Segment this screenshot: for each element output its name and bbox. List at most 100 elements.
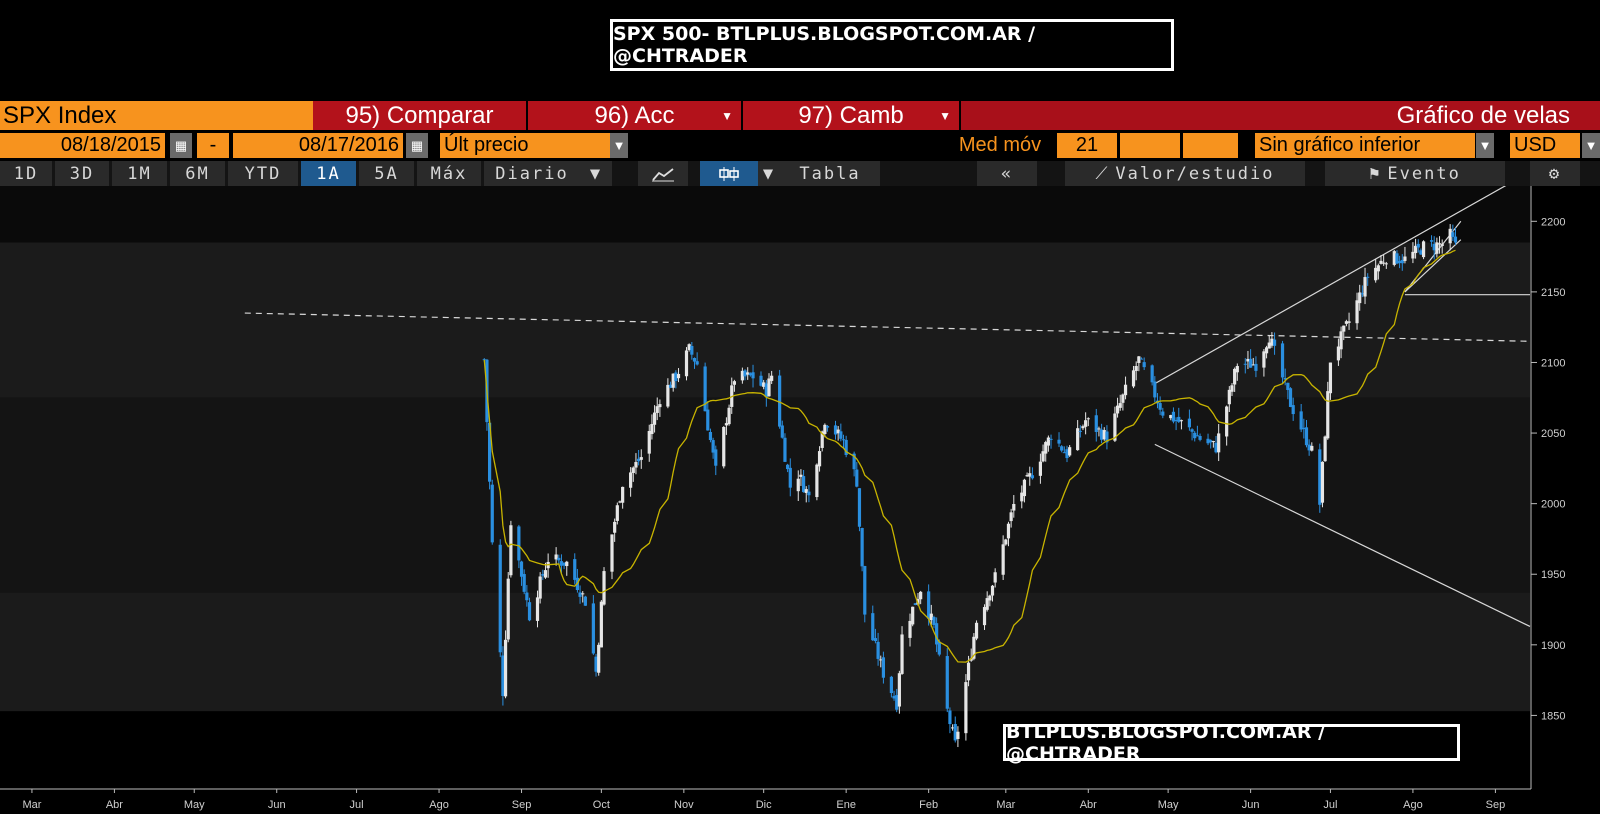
- calendar-icon[interactable]: ▦: [170, 133, 192, 158]
- x-tick-label: Dic: [756, 799, 772, 811]
- candle-body: [1131, 370, 1136, 387]
- candle-body: [581, 593, 585, 595]
- candle-body: [692, 358, 697, 362]
- candle-body: [780, 425, 784, 438]
- double-chevron-left-icon[interactable]: «: [977, 161, 1037, 186]
- period-max[interactable]: Máx: [417, 161, 481, 186]
- candle-body: [1403, 256, 1407, 261]
- dropdown-icon[interactable]: ▼: [1476, 133, 1494, 158]
- candle-body: [1272, 339, 1277, 346]
- candle-chart-icon-glyph: [719, 166, 739, 181]
- candle-body: [1049, 438, 1053, 440]
- candle-body: [863, 566, 867, 615]
- chart-title-banner: SPX 500- BTLPLUS.BLOGSPOT.COM.AR / @CHTR…: [610, 19, 1174, 71]
- dropdown-icon[interactable]: ▼: [758, 161, 780, 186]
- line-chart-icon[interactable]: [638, 161, 688, 186]
- candle-body: [796, 478, 800, 492]
- candle-body: [1384, 263, 1388, 265]
- y-tick-label: 2050: [1541, 428, 1565, 440]
- candle-body: [498, 544, 502, 653]
- period-1m[interactable]: 1M: [112, 161, 167, 186]
- x-tick-label: Oct: [593, 799, 610, 811]
- period-bar: 1D 3D 1M 6M YTD 1A 5A Máx Diario ▼ ▼ Tab…: [0, 161, 1600, 186]
- period-6m[interactable]: 6M: [170, 161, 225, 186]
- candle-body: [1288, 388, 1293, 407]
- calendar-icon[interactable]: ▦: [406, 133, 428, 158]
- y-tick-label: 2150: [1541, 287, 1565, 299]
- dropdown-icon: ▼: [939, 108, 951, 123]
- watermark: BTLPLUS.BLOGSPOT.COM.AR / @CHTRADER: [1003, 721, 1460, 765]
- empty-field[interactable]: [1183, 133, 1238, 158]
- candle-body: [1198, 436, 1202, 440]
- price-field-select[interactable]: Últ precio: [440, 133, 610, 158]
- candle-body: [1421, 241, 1426, 258]
- study-icon: ⟋: [1095, 163, 1110, 184]
- empty-field[interactable]: [1120, 133, 1180, 158]
- period-5a[interactable]: 5A: [359, 161, 414, 186]
- ticker-field[interactable]: SPX Index: [0, 101, 313, 130]
- candle-body: [1355, 300, 1359, 324]
- candle-body: [631, 467, 635, 473]
- candle-body: [639, 457, 643, 460]
- period-1d[interactable]: 1D: [0, 161, 52, 186]
- frequency-select[interactable]: Diario: [484, 161, 580, 186]
- candle-body: [503, 639, 508, 697]
- candle-body: [1328, 362, 1333, 394]
- start-date-field[interactable]: 08/18/2015: [0, 133, 165, 158]
- currency-select[interactable]: USD: [1510, 133, 1580, 158]
- candle-body: [751, 372, 755, 379]
- candle-body: [525, 592, 529, 601]
- dropdown-icon[interactable]: ▼: [580, 161, 612, 186]
- candle-body: [727, 407, 731, 425]
- actions-menu[interactable]: 96) Acc ▼: [528, 101, 743, 130]
- candle-body: [1179, 420, 1184, 422]
- moving-average-period[interactable]: 21: [1057, 133, 1117, 158]
- candle-body: [578, 592, 582, 597]
- candle-body: [1158, 403, 1162, 410]
- candle-body: [817, 451, 822, 467]
- candle-body: [1310, 445, 1314, 451]
- y-tick-label: 1850: [1541, 710, 1565, 722]
- x-tick-label: Ene: [836, 799, 856, 811]
- candle-body: [655, 406, 659, 413]
- candle-body: [937, 641, 941, 655]
- dropdown-icon[interactable]: ▼: [1582, 133, 1600, 158]
- candle-body: [993, 572, 997, 583]
- event-label: Evento: [1387, 163, 1461, 184]
- candle-body: [966, 662, 971, 681]
- candle-body: [1280, 343, 1285, 378]
- change-menu[interactable]: 97) Camb ▼: [743, 101, 961, 130]
- dropdown-icon[interactable]: ▼: [610, 133, 628, 158]
- x-tick-label: Jun: [268, 799, 286, 811]
- x-tick-label: May: [184, 799, 205, 811]
- candle-body: [1225, 406, 1229, 437]
- candle-body: [490, 484, 494, 543]
- candle-body: [509, 525, 513, 576]
- period-3d[interactable]: 3D: [55, 161, 109, 186]
- candle-body: [1150, 365, 1154, 383]
- candle-chart-icon[interactable]: [700, 161, 758, 186]
- candle-body: [573, 559, 577, 580]
- candle-body: [1453, 236, 1458, 243]
- end-date-field[interactable]: 08/17/2016: [233, 133, 403, 158]
- candle-body: [1153, 381, 1157, 398]
- candle-body: [1262, 351, 1266, 368]
- lower-chart-select[interactable]: Sin gráfico inferior: [1255, 133, 1475, 158]
- period-1a[interactable]: 1A: [301, 161, 356, 186]
- period-ytd[interactable]: YTD: [228, 161, 298, 186]
- candle-body: [527, 602, 532, 621]
- candle-body: [889, 676, 893, 694]
- candle-body: [634, 462, 638, 468]
- compare-button[interactable]: 95) Comparar: [313, 101, 528, 130]
- event-button[interactable]: ⚑ Evento: [1325, 161, 1505, 186]
- gear-icon[interactable]: ⚙: [1530, 161, 1580, 186]
- table-button[interactable]: Tabla: [780, 161, 880, 186]
- candle-body: [1068, 447, 1072, 456]
- candle-body: [873, 638, 878, 642]
- y-tick-label: 2200: [1541, 216, 1565, 228]
- candle-body: [666, 384, 670, 407]
- candle-body: [706, 409, 710, 431]
- candle-body: [1291, 405, 1295, 415]
- value-study-button[interactable]: ⟋ Valor/estudio: [1065, 161, 1305, 186]
- candle-body: [1376, 265, 1380, 272]
